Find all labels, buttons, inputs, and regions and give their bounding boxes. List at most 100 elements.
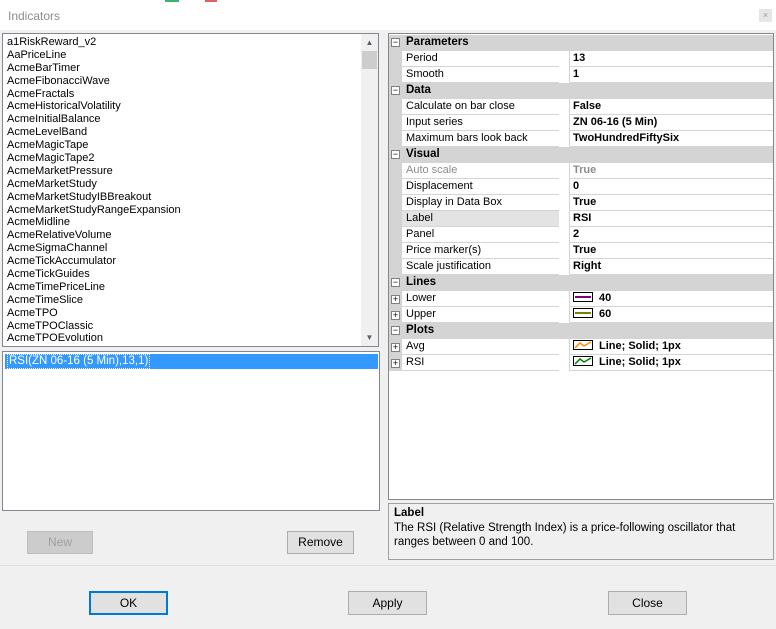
indicator-list-item[interactable]: AcmeMidline <box>3 216 361 229</box>
property-name: Scale justification <box>402 259 559 275</box>
applied-indicator-item[interactable]: RSI(ZN 06-16 (5 Min),13,1) <box>5 354 378 369</box>
apply-button[interactable]: Apply <box>348 591 427 615</box>
indicator-list-item[interactable]: AcmeTimeSlice <box>3 294 361 307</box>
indicator-list-item[interactable]: AcmeSigmaChannel <box>3 242 361 255</box>
available-indicators-list[interactable]: a1RiskReward_v2 AaPriceLine AcmeBarTimer Ac… <box>2 33 379 347</box>
property-row-smooth[interactable]: Smooth 1 <box>389 67 773 83</box>
indicator-list-item[interactable]: AcmeTickAccumulator <box>3 255 361 268</box>
window-title: Indicators <box>8 9 61 23</box>
expand-plus-icon[interactable]: + <box>391 343 400 352</box>
property-value[interactable]: 1 <box>570 67 773 83</box>
property-value[interactable]: 13 <box>570 51 773 67</box>
property-value[interactable]: True <box>570 195 773 211</box>
collapse-icon[interactable]: − <box>391 150 400 159</box>
window-close-button[interactable]: × <box>759 9 772 22</box>
indicator-list-item[interactable]: AcmeMarketStudyIBBreakout <box>3 191 361 204</box>
indicator-list-item[interactable]: AcmeMagicTape2 <box>3 152 361 165</box>
vertical-scrollbar[interactable]: ▲ ▼ <box>361 34 378 346</box>
property-row-label[interactable]: Label RSI <box>389 211 773 227</box>
property-name: Auto scale <box>402 163 559 179</box>
property-value[interactable]: True <box>570 243 773 259</box>
indicator-list-item[interactable]: AcmeBarTimer <box>3 62 361 75</box>
property-row-maximum-bars-look-back[interactable]: Maximum bars look back TwoHundredFiftySi… <box>389 131 773 147</box>
line-color-swatch-icon <box>573 292 593 303</box>
category-plots[interactable]: − Plots <box>389 323 773 339</box>
property-value[interactable]: 40 <box>570 291 773 307</box>
top-accent-red <box>205 0 217 2</box>
scroll-down-arrow-icon[interactable]: ▼ <box>361 329 378 346</box>
property-grid[interactable]: − Parameters Period 13 Smooth 1 − Data C… <box>388 33 774 500</box>
property-value[interactable]: Line; Solid; 1px <box>570 339 773 355</box>
collapse-icon[interactable]: − <box>391 38 400 47</box>
category-parameters[interactable]: − Parameters <box>389 35 773 51</box>
indicator-list-item[interactable]: AcmeRelativeVolume <box>3 229 361 242</box>
category-label: Plots <box>406 324 435 336</box>
scroll-up-arrow-icon[interactable]: ▲ <box>361 34 378 51</box>
property-name: Smooth <box>402 67 559 83</box>
property-row-period[interactable]: Period 13 <box>389 51 773 67</box>
category-data[interactable]: − Data <box>389 83 773 99</box>
property-row-display-in-data-box[interactable]: Display in Data Box True <box>389 195 773 211</box>
property-value[interactable]: Line; Solid; 1px <box>570 355 773 371</box>
property-value[interactable]: 0 <box>570 179 773 195</box>
property-row-scale-justification[interactable]: Scale justification Right <box>389 259 773 275</box>
property-row-input-series[interactable]: Input series ZN 06-16 (5 Min) <box>389 115 773 131</box>
property-name: Displacement <box>402 179 559 195</box>
indicator-list-item[interactable]: AcmeTickGuides <box>3 268 361 281</box>
property-row-avg[interactable]: + Avg Line; Solid; 1px <box>389 339 773 355</box>
expand-plus-icon[interactable]: + <box>391 359 400 368</box>
property-row-upper[interactable]: + Upper 60 <box>389 307 773 323</box>
indicator-list-item[interactable]: AaPriceLine <box>3 49 361 62</box>
new-button[interactable]: New <box>27 531 93 554</box>
indicator-list-item[interactable]: AcmeTimePriceLine <box>3 281 361 294</box>
indicator-list-item[interactable]: AcmeHistoricalVolatility <box>3 100 361 113</box>
applied-indicator-label: RSI(ZN 06-16 (5 Min),13,1) <box>7 354 151 369</box>
property-value[interactable]: 2 <box>570 227 773 243</box>
category-label: Data <box>406 84 431 96</box>
top-accent-green <box>165 0 179 2</box>
indicator-list-item[interactable]: AcmeMarketStudyRangeExpansion <box>3 204 361 217</box>
indicator-list-item[interactable]: AcmeTPO <box>3 307 361 320</box>
indicator-list-item[interactable]: AcmeMarketStudy <box>3 178 361 191</box>
indicator-list-item[interactable]: a1RiskReward_v2 <box>3 36 361 49</box>
collapse-icon[interactable]: − <box>391 326 400 335</box>
indicator-items: a1RiskReward_v2 AaPriceLine AcmeBarTimer Ac… <box>3 36 361 345</box>
close-button[interactable]: Close <box>608 591 687 615</box>
category-lines[interactable]: − Lines <box>389 275 773 291</box>
indicator-list-item[interactable]: AcmeFractals <box>3 88 361 101</box>
property-value[interactable]: False <box>570 99 773 115</box>
category-label: Visual <box>406 148 440 160</box>
indicator-list-item[interactable]: AcmeMagicTape <box>3 139 361 152</box>
property-row-lower[interactable]: + Lower 40 <box>389 291 773 307</box>
property-row-panel[interactable]: Panel 2 <box>389 227 773 243</box>
scroll-thumb[interactable] <box>362 51 377 69</box>
description-panel: Label The RSI (Relative Strength Index) … <box>388 503 774 560</box>
ok-button[interactable]: OK <box>89 591 168 615</box>
applied-indicators-list[interactable]: RSI(ZN 06-16 (5 Min),13,1) <box>2 351 380 511</box>
indicator-list-item[interactable]: AcmeFibonacciWave <box>3 75 361 88</box>
property-name: Display in Data Box <box>402 195 559 211</box>
collapse-icon[interactable]: − <box>391 278 400 287</box>
category-visual[interactable]: − Visual <box>389 147 773 163</box>
indicator-list-item[interactable]: AcmeInitialBalance <box>3 113 361 126</box>
expand-plus-icon[interactable]: + <box>391 311 400 320</box>
property-row-calculate-on-bar-close[interactable]: Calculate on bar close False <box>389 99 773 115</box>
property-row-rsi[interactable]: + RSI Line; Solid; 1px <box>389 355 773 371</box>
plot-style-value: Line; Solid; 1px <box>599 356 681 368</box>
indicator-list-item[interactable]: AcmeLevelBand <box>3 126 361 139</box>
property-value[interactable]: TwoHundredFiftySix <box>570 131 773 147</box>
collapse-icon[interactable]: − <box>391 86 400 95</box>
plot-style-swatch-icon <box>573 356 593 367</box>
remove-button[interactable]: Remove <box>287 531 354 554</box>
property-row-price-markers[interactable]: Price marker(s) True <box>389 243 773 259</box>
property-value[interactable]: 60 <box>570 307 773 323</box>
property-value[interactable]: Right <box>570 259 773 275</box>
indicator-list-item[interactable]: AcmeMarketPressure <box>3 165 361 178</box>
property-value[interactable]: RSI <box>570 211 773 227</box>
property-row-auto-scale[interactable]: Auto scale True <box>389 163 773 179</box>
property-row-displacement[interactable]: Displacement 0 <box>389 179 773 195</box>
indicator-list-item[interactable]: AcmeTPOClassic <box>3 320 361 333</box>
expand-plus-icon[interactable]: + <box>391 295 400 304</box>
indicator-list-item[interactable]: AcmeTPOEvolution <box>3 332 361 345</box>
property-value[interactable]: ZN 06-16 (5 Min) <box>570 115 773 131</box>
